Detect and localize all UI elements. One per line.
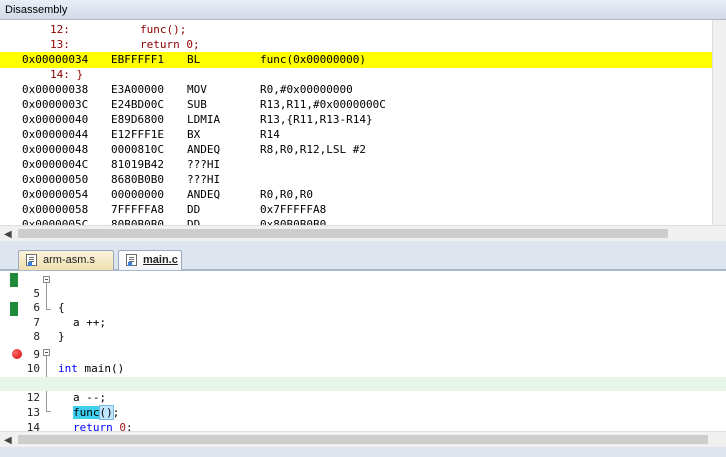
editor-line[interactable]: 6 a ++; [0,287,726,329]
instruction-mnemonic: ANDEQ [187,143,221,156]
disassembly-title: Disassembly [0,0,726,20]
source-line-text: func(); [140,23,187,36]
instruction-operands: 0x7FFFFFA8 [260,203,327,216]
instruction-opcode: 7FFFFFA8 [111,203,164,216]
file-icon [26,254,37,266]
source-line-number: 14: } [50,68,84,81]
disassembly-pane[interactable]: 12: func(); 13: return 0; 0x00000034 EBF… [0,20,712,225]
scrollbar-thumb[interactable] [18,229,668,238]
instruction-operands: R8,R0,R12,LSL #2 [260,143,366,156]
editor-line[interactable]: 7 } [0,301,726,344]
instruction-operands: R0,#0x00000000 [260,83,353,96]
arrow-left-icon[interactable]: ◀ [4,435,12,446]
instruction-opcode: E12FFF1E [111,128,164,141]
instruction-mnemonic: MOV [187,83,207,96]
disassembly-row[interactable]: 0x00000048 0000810C ANDEQ R8,R0,R12,LSL … [0,142,712,158]
editor-line[interactable]: 11 a --; [0,362,726,405]
instruction-mnemonic: ANDEQ [187,188,221,201]
instruction-mnemonic: BL [187,53,201,66]
disassembly-row[interactable]: 0x0000005C 80B0B0B0 DD 0x80B0B0B0 [0,217,712,225]
editor-line[interactable]: 9 int main() [0,333,726,376]
instruction-operands: R14 [260,128,280,141]
instruction-operands: R13,{R11,R13-R14} [260,113,373,126]
disassembly-vertical-scrollbar[interactable] [712,20,726,225]
disassembly-row[interactable]: 0x00000058 7FFFFFA8 DD 0x7FFFFFA8 [0,202,712,218]
scrollbar-thumb[interactable] [18,435,708,444]
instruction-opcode: 00000000 [111,188,164,201]
disassembly-row[interactable]: 0x00000054 00000000 ANDEQ R0,R0,R0 [0,187,712,203]
tab-label: main.c [143,254,178,266]
editor-horizontal-scrollbar[interactable]: ◀ [0,431,726,447]
instruction-operands: 0x80B0B0B0 [260,218,327,225]
source-line-text: return 0; [140,38,200,51]
disassembly-row[interactable]: 0x00000050 8680B0B0 ???HI [0,172,712,188]
tab-label: arm-asm.s [43,254,95,266]
editor-tab-bar: arm-asm.s main.c [0,247,726,271]
instruction-opcode: 0000810C [111,143,164,156]
instruction-address: 0x00000034 [22,53,89,66]
instruction-address: 0x00000048 [22,143,89,156]
disassembly-row[interactable]: 0x0000004C 81019B42 ???HI [0,157,712,173]
editor-line-current[interactable]: 12 func(); [0,376,726,420]
instruction-address: 0x00000054 [22,188,89,201]
editor-line[interactable]: 5 { [0,272,726,315]
instruction-opcode: 8680B0B0 [111,173,164,186]
source-editor[interactable]: ⇨ 5 { 6 a ++; 7 } 8 9 int main() 10 { 11… [0,271,726,431]
disassembly-horizontal-scrollbar[interactable]: ◀ [0,225,726,241]
instruction-address: 0x0000005C [22,218,89,225]
disassembly-row[interactable]: 0x00000038 E3A00000 MOV R0,#0x00000000 [0,82,712,98]
instruction-address: 0x0000003C [22,98,89,111]
code-text: ; [126,420,133,431]
instruction-operands: R0,R0,R0 [260,188,313,201]
instruction-address: 0x0000004C [22,158,89,171]
instruction-mnemonic: SUB [187,98,207,111]
disassembly-source-line[interactable]: 14: } [0,67,712,83]
instruction-mnemonic: DD [187,203,201,216]
instruction-mnemonic: LDMIA [187,113,221,126]
source-line-number: 12: [50,23,70,36]
bottom-border [0,447,726,457]
instruction-opcode: 80B0B0B0 [111,218,164,225]
disassembly-source-line[interactable]: 13: return 0; [0,37,712,53]
line-code: return 0; [73,421,133,431]
instruction-opcode: E89D6800 [111,113,164,126]
editor-line[interactable]: 10 { [0,348,726,390]
instruction-address: 0x00000038 [22,83,89,96]
instruction-address: 0x00000050 [22,173,89,186]
disassembly-row[interactable]: 0x0000003C E24BD00C SUB R13,R11,#0x00000… [0,97,712,113]
disassembly-row-current[interactable]: 0x00000034 EBFFFFF1 BL func(0x00000000) [0,52,712,68]
instruction-mnemonic: DD [187,218,201,225]
instruction-address: 0x00000040 [22,113,89,126]
editor-line[interactable]: 13 return 0; [0,391,726,431]
instruction-address: 0x00000058 [22,203,89,216]
disassembly-row[interactable]: 0x00000040 E89D6800 LDMIA R13,{R11,R13-R… [0,112,712,128]
file-icon [126,254,137,266]
tab-main-c[interactable]: main.c [118,250,182,270]
editor-line[interactable]: 14 } [0,406,726,431]
instruction-opcode: 81019B42 [111,158,164,171]
editor-line[interactable]: 8 [0,316,726,343]
instruction-opcode: E24BD00C [111,98,164,111]
instruction-address: 0x00000044 [22,128,89,141]
tab-arm-asm[interactable]: arm-asm.s [18,250,114,270]
instruction-mnemonic: BX [187,128,201,141]
disassembly-row[interactable]: 0x00000044 E12FFF1E BX R14 [0,127,712,143]
instruction-opcode: E3A00000 [111,83,164,96]
line-number: 14 [26,420,40,431]
instruction-operands: R13,R11,#0x0000000C [260,98,386,111]
source-line-number: 13: [50,38,70,51]
disassembly-source-line[interactable]: 12: func(); [0,22,712,38]
instruction-opcode: EBFFFFF1 [111,53,164,66]
keyword: return [73,420,113,431]
arrow-left-icon[interactable]: ◀ [4,229,12,240]
instruction-mnemonic: ???HI [187,158,221,171]
instruction-mnemonic: ???HI [187,173,221,186]
instruction-operands: func(0x00000000) [260,53,366,66]
number-literal: 0 [119,420,126,431]
